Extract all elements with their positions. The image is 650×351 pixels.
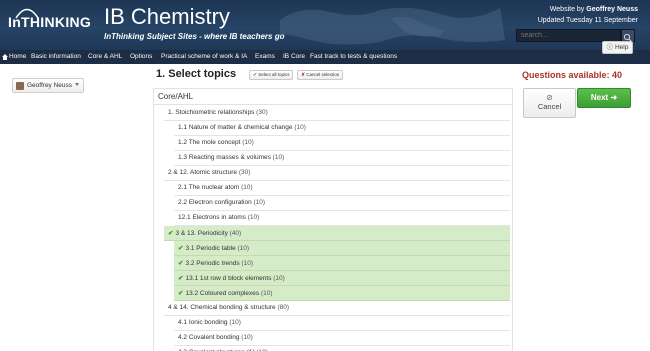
topic-label: 1. Stoichiometric relationships (168, 109, 255, 116)
check-icon: ✔ (178, 245, 184, 252)
site-header: InTHINKING IB Chemistry InThinking Subje… (0, 0, 650, 50)
user-menu-button[interactable]: Geoffrey Neuss (12, 78, 84, 93)
topic-label: 13.2 Coloured complexes (185, 290, 260, 297)
site-subtitle: InThinking Subject Sites - where IB teac… (104, 32, 285, 41)
check-icon: ✔ (253, 72, 258, 78)
home-icon[interactable] (2, 54, 8, 60)
user-name: Geoffrey Neuss (27, 82, 73, 89)
topic-row[interactable]: 1. Stoichiometric relationships (30) (164, 106, 510, 121)
subtopic-row[interactable]: 4.3 Covalent structures (1) (10) (174, 346, 510, 351)
topic-count: (10) (241, 334, 253, 341)
subtopic-row[interactable]: 1.3 Reacting masses & volumes (10) (174, 151, 510, 166)
select-all-button[interactable]: ✔Select all topics (249, 70, 294, 80)
ban-icon: ⊘ (546, 93, 553, 102)
check-icon: ✔ (178, 275, 184, 282)
nav-basic-information[interactable]: Basic information (31, 53, 81, 60)
subtopic-row[interactable]: 2.2 Electron configuration (10) (174, 196, 510, 211)
subtopic-row[interactable]: 1.1 Nature of matter & chemical change (… (174, 121, 510, 136)
topic-count: (10) (237, 245, 250, 252)
help-label: Help (614, 44, 629, 51)
logo-text: InTHINKING (8, 14, 92, 30)
topic-count: (30) (238, 169, 251, 176)
topic-count: (80) (277, 304, 290, 311)
subtopic-row[interactable]: ✔ 3.1 Periodic table (10) (174, 241, 510, 256)
subtopic-row[interactable]: 12.1 Electrons in atoms (10) (174, 211, 510, 226)
tree-header: Core/AHL (154, 89, 512, 105)
close-icon: ✘ (301, 72, 306, 78)
topic-row[interactable]: 2 & 12. Atomic structure (30) (164, 166, 510, 181)
select-all-label: Select all topics (258, 72, 290, 77)
main-nav: Home Basic information Core & AHL Option… (0, 50, 650, 64)
nav-ib-core[interactable]: IB Core (283, 53, 305, 60)
subtopic-row[interactable]: 2.1 The nuclear atom (10) (174, 181, 510, 196)
subtopic-row[interactable]: 1.2 The mole concept (10) (174, 136, 510, 151)
topic-label: 13.1 1st row d block elements (185, 275, 272, 282)
info-icon: ⓘ (606, 44, 614, 51)
nav-exams[interactable]: Exams (255, 53, 275, 60)
topic-label: 4 & 14. Chemical bonding & structure (168, 304, 276, 311)
topic-count: (10) (294, 124, 306, 131)
cancel-selection-button[interactable]: ✘Cancel selection (297, 70, 344, 80)
subtopic-row[interactable]: ✔ 13.2 Coloured complexes (10) (174, 286, 510, 301)
subtopic-row[interactable]: ✔ 3.2 Periodic trends (10) (174, 256, 510, 271)
nav-home[interactable]: Home (9, 53, 26, 60)
topic-label: 2.2 Electron configuration (178, 199, 252, 206)
topic-count: (10) (253, 199, 266, 206)
nav-fast-track[interactable]: Fast track to tests & questions (310, 53, 397, 60)
topic-label: 1.2 The mole concept (178, 139, 241, 146)
check-icon: ✔ (178, 290, 184, 297)
subtopic-row[interactable]: 4.2 Covalent bonding (10) (174, 331, 510, 346)
inthinking-logo[interactable]: InTHINKING (8, 14, 91, 30)
credit-prefix: Website by (549, 6, 585, 13)
topic-label: 4.1 Ionic bonding (178, 319, 228, 326)
updated-text: Updated Tuesday 11 September (537, 17, 638, 24)
check-icon: ✔ (178, 260, 184, 267)
subtopic-row[interactable]: 4.1 Ionic bonding (10) (174, 316, 510, 331)
topic-label: 2.1 The nuclear atom (178, 184, 240, 191)
next-button[interactable]: Next ➜ (577, 88, 631, 108)
topic-label: 3.2 Periodic trends (185, 260, 240, 267)
topic-label: 3.1 Periodic table (185, 245, 236, 252)
topic-tree: Core/AHL 1. Stoichiometric relationships… (153, 88, 513, 351)
topic-count: (10) (241, 260, 254, 267)
avatar (16, 82, 24, 90)
topic-row[interactable]: 4 & 14. Chemical bonding & structure (80… (164, 301, 510, 316)
next-label: Next (590, 93, 609, 102)
topic-count: (10) (229, 319, 241, 326)
cancel-button[interactable]: ⊘ Cancel (523, 88, 576, 118)
topic-count: (10) (247, 214, 260, 221)
topic-count: (10) (260, 290, 273, 297)
help-button[interactable]: ⓘ Help (602, 41, 633, 54)
topic-label: 12.1 Electrons in atoms (178, 214, 246, 221)
topic-count: (10) (242, 139, 254, 146)
topic-count: (40) (229, 230, 242, 237)
site-credit: Website by Geoffrey Neuss Updated Tuesda… (538, 4, 638, 26)
site-title[interactable]: IB Chemistry (104, 4, 230, 30)
arrow-right-icon: ➜ (610, 93, 618, 102)
credit-author: Geoffrey Neuss (586, 6, 638, 13)
topic-count: (10) (241, 184, 253, 191)
questions-available: Questions available: 40 (522, 70, 623, 80)
check-icon: ✔ (168, 230, 174, 237)
nav-options[interactable]: Options (130, 53, 152, 60)
topic-count: (30) (256, 109, 268, 116)
subtopic-row[interactable]: ✔ 13.1 1st row d block elements (10) (174, 271, 510, 286)
world-map-background (280, 7, 505, 45)
page-title: 1. Select topics (156, 68, 237, 80)
nav-practical-scheme[interactable]: Practical scheme of work & IA (161, 53, 247, 60)
topic-label: 1.1 Nature of matter & chemical change (178, 124, 293, 131)
cancel-label: Cancel (537, 102, 562, 111)
topic-label: 4.2 Covalent bonding (178, 334, 240, 341)
chevron-down-icon (75, 83, 79, 86)
nav-core-ahl[interactable]: Core & AHL (88, 53, 122, 60)
topic-label: 2 & 12. Atomic structure (168, 169, 238, 176)
cancel-selection-label: Cancel selection (306, 72, 340, 77)
topic-label: 3 & 13. Periodicity (175, 230, 228, 237)
topic-row[interactable]: ✔ 3 & 13. Periodicity (40) (164, 226, 510, 241)
topic-label: 1.3 Reacting masses & volumes (178, 154, 271, 161)
topic-count: (10) (273, 275, 285, 282)
topic-count: (10) (272, 154, 285, 161)
